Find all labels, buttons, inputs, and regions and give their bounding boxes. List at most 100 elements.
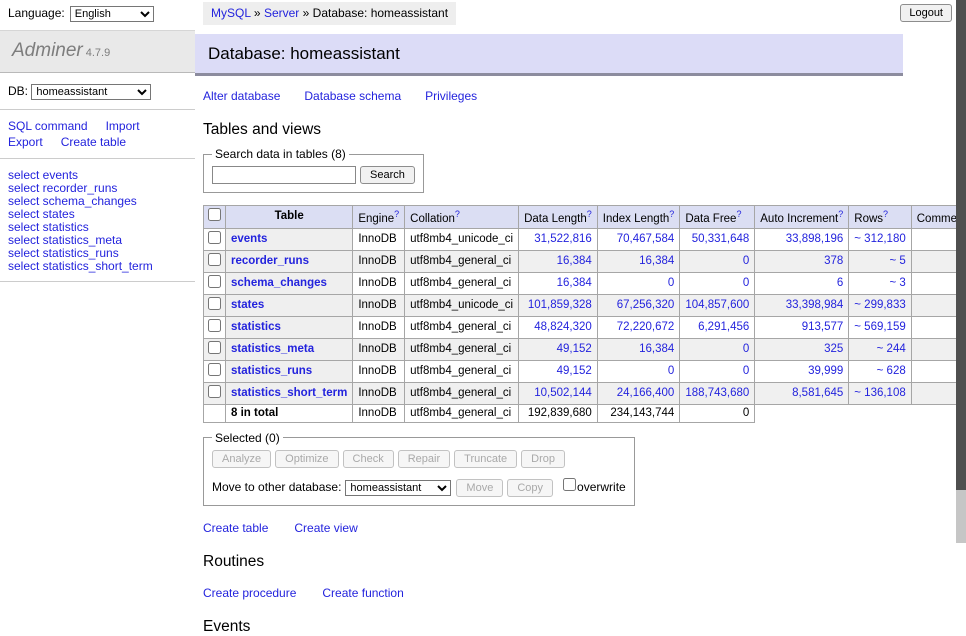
sidebar-select-statistics_short_term[interactable]: select statistics_short_term — [8, 260, 187, 273]
copy-button[interactable]: Copy — [507, 479, 553, 497]
help-link-rows[interactable]: ? — [883, 209, 888, 219]
rows-link[interactable]: ~ 628 — [877, 365, 906, 377]
data-free-link[interactable]: 0 — [743, 277, 749, 289]
row-checkbox[interactable] — [208, 341, 221, 354]
index-length-link[interactable]: 24,166,400 — [617, 387, 675, 399]
db-select[interactable]: homeassistant — [31, 84, 151, 100]
search-button[interactable]: Search — [360, 166, 415, 184]
table-name-link[interactable]: recorder_runs — [231, 255, 309, 267]
rows-link[interactable]: ~ 299,833 — [854, 299, 905, 311]
move-db-select[interactable]: homeassistant — [345, 480, 451, 496]
nav-alter-database[interactable]: Alter database — [203, 89, 280, 103]
truncate-button[interactable]: Truncate — [454, 450, 517, 468]
help-link-collation[interactable]: ? — [455, 209, 460, 219]
index-length-link[interactable]: 0 — [668, 365, 674, 377]
table-row: statistics_runsInnoDButf8mb4_general_ci4… — [204, 360, 966, 382]
create-function-link[interactable]: Create function — [322, 586, 403, 600]
rows-link[interactable]: ~ 244 — [877, 343, 906, 355]
index-length-link[interactable]: 16,384 — [639, 255, 674, 267]
create-view-link[interactable]: Create view — [294, 521, 357, 535]
sidebar-action-create-table[interactable]: Create table — [61, 135, 126, 149]
index-length-link[interactable]: 70,467,584 — [617, 233, 675, 245]
row-checkbox[interactable] — [208, 319, 221, 332]
nav-privileges[interactable]: Privileges — [425, 89, 477, 103]
repair-button[interactable]: Repair — [398, 450, 450, 468]
row-checkbox[interactable] — [208, 297, 221, 310]
sidebar-action-export[interactable]: Export — [8, 135, 43, 149]
app-name[interactable]: Adminer — [12, 40, 83, 61]
table-name-link[interactable]: statistics_meta — [231, 343, 314, 355]
table-name-link[interactable]: statistics_short_term — [231, 387, 347, 399]
data-length-link[interactable]: 10,502,144 — [534, 387, 592, 399]
drop-button[interactable]: Drop — [521, 450, 565, 468]
auto-increment-link[interactable]: 378 — [824, 255, 843, 267]
table-name-link[interactable]: states — [231, 299, 264, 311]
auto-increment-link[interactable]: 913,577 — [802, 321, 844, 333]
auto-increment-link[interactable]: 325 — [824, 343, 843, 355]
help-link-index-length[interactable]: ? — [669, 209, 674, 219]
auto-increment-link[interactable]: 33,898,196 — [786, 233, 844, 245]
index-length-link[interactable]: 67,256,320 — [617, 299, 675, 311]
create-procedure-link[interactable]: Create procedure — [203, 586, 296, 600]
overwrite-checkbox[interactable] — [563, 478, 576, 491]
data-free-link[interactable]: 50,331,648 — [692, 233, 750, 245]
check-button[interactable]: Check — [343, 450, 394, 468]
rows-link[interactable]: ~ 312,180 — [854, 233, 905, 245]
data-free-link[interactable]: 188,743,680 — [685, 387, 749, 399]
rows-link[interactable]: ~ 5 — [889, 255, 905, 267]
index-length-link[interactable]: 0 — [668, 277, 674, 289]
table-name-link[interactable]: statistics — [231, 321, 281, 333]
sidebar-action-sql-command[interactable]: SQL command — [8, 119, 88, 133]
breadcrumb-link[interactable]: Server — [264, 6, 299, 20]
data-length-link[interactable]: 49,152 — [557, 343, 592, 355]
create-table-link[interactable]: Create table — [203, 521, 268, 535]
help-link-engine[interactable]: ? — [394, 209, 399, 219]
logout-button[interactable]: Logout — [900, 4, 952, 22]
optimize-button[interactable]: Optimize — [275, 450, 338, 468]
table-name-link[interactable]: statistics_runs — [231, 365, 312, 377]
row-checkbox[interactable] — [208, 363, 221, 376]
table-name-link[interactable]: schema_changes — [231, 277, 327, 289]
index-length-link[interactable]: 72,220,672 — [617, 321, 675, 333]
row-checkbox[interactable] — [208, 231, 221, 244]
data-length-link[interactable]: 16,384 — [557, 255, 592, 267]
row-checkbox[interactable] — [208, 253, 221, 266]
help-link-data-free[interactable]: ? — [736, 209, 741, 219]
rows-link[interactable]: ~ 136,108 — [854, 387, 905, 399]
search-input[interactable] — [212, 166, 356, 184]
rows-link[interactable]: ~ 3 — [889, 277, 905, 289]
auto-increment-link[interactable]: 6 — [837, 277, 843, 289]
data-length-link[interactable]: 49,152 — [557, 365, 592, 377]
language-select[interactable]: English — [70, 6, 154, 22]
cell-index-length: 72,220,672 — [597, 316, 680, 338]
analyze-button[interactable]: Analyze — [212, 450, 271, 468]
auto-increment-link[interactable]: 8,581,645 — [792, 387, 843, 399]
scrollbar[interactable] — [956, 0, 966, 543]
data-free-link[interactable]: 6,291,456 — [698, 321, 749, 333]
index-length-link[interactable]: 16,384 — [639, 343, 674, 355]
select-all-checkbox[interactable] — [208, 208, 221, 221]
help-link-data-length[interactable]: ? — [587, 209, 592, 219]
auto-increment-link[interactable]: 39,999 — [808, 365, 843, 377]
data-length-link[interactable]: 16,384 — [557, 277, 592, 289]
sidebar-action-import[interactable]: Import — [106, 119, 140, 133]
rows-link[interactable]: ~ 569,159 — [854, 321, 905, 333]
nav-database-schema[interactable]: Database schema — [304, 89, 401, 103]
page-title: Database: homeassistant — [195, 34, 903, 76]
sidebar-divider — [0, 281, 195, 282]
data-free-link[interactable]: 104,857,600 — [685, 299, 749, 311]
table-name-link[interactable]: events — [231, 233, 267, 245]
breadcrumb-link[interactable]: MySQL — [211, 6, 251, 20]
auto-increment-link[interactable]: 33,398,984 — [786, 299, 844, 311]
row-checkbox[interactable] — [208, 385, 221, 398]
scrollbar-thumb[interactable] — [956, 0, 966, 490]
row-checkbox[interactable] — [208, 275, 221, 288]
help-link-auto-increment[interactable]: ? — [838, 209, 843, 219]
data-free-link[interactable]: 0 — [743, 255, 749, 267]
data-length-link[interactable]: 101,859,328 — [528, 299, 592, 311]
move-button[interactable]: Move — [456, 479, 503, 497]
data-free-link[interactable]: 0 — [743, 365, 749, 377]
data-length-link[interactable]: 48,824,320 — [534, 321, 592, 333]
data-free-link[interactable]: 0 — [743, 343, 749, 355]
data-length-link[interactable]: 31,522,816 — [534, 233, 592, 245]
